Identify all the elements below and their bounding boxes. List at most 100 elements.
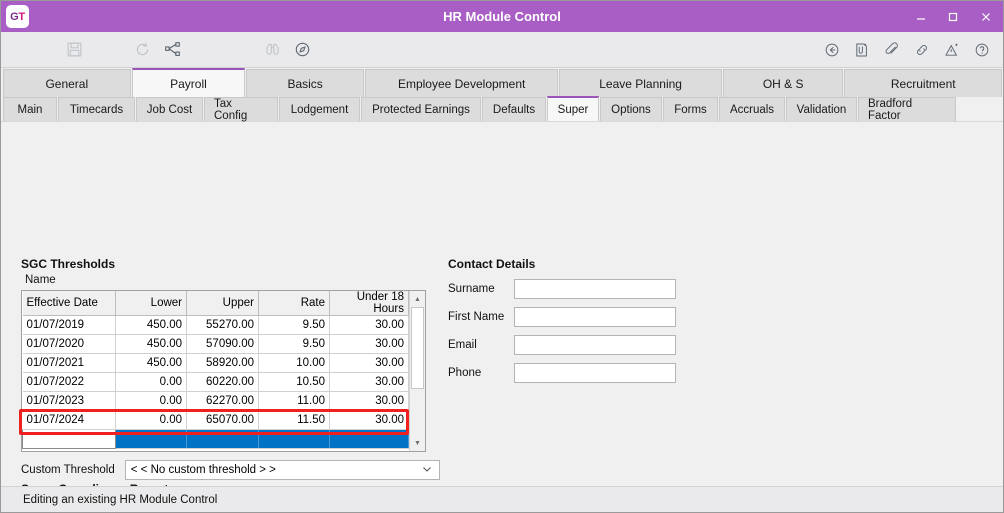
table-row[interactable]: 01/07/2021 450.00 58920.00 10.00 30.00 [22, 353, 409, 373]
cell-under18[interactable]: 30.00 [329, 353, 409, 373]
cell-rate[interactable]: 9.50 [258, 315, 330, 335]
cell-lower[interactable]: 0.00 [115, 391, 187, 411]
subtab-forms[interactable]: Forms [663, 97, 718, 121]
col-under-18-hours[interactable]: Under 18 Hours [329, 291, 409, 316]
table-row[interactable]: 01/07/2023 0.00 62270.00 11.00 30.00 [22, 391, 409, 411]
cell-lower[interactable]: 0.00 [115, 410, 187, 430]
cell-effective-date[interactable] [22, 429, 116, 449]
scroll-up-icon[interactable]: ▲ [410, 291, 425, 307]
scrollbar-track[interactable] [410, 307, 425, 435]
cell-effective-date[interactable]: 01/07/2021 [22, 353, 116, 373]
cell-upper[interactable] [186, 429, 259, 449]
col-effective-date[interactable]: Effective Date [22, 291, 116, 316]
tab-oh-and-s[interactable]: OH & S [722, 69, 844, 97]
cell-under18[interactable]: 30.00 [329, 315, 409, 335]
cell-under18[interactable]: 30.00 [329, 410, 409, 430]
cell-under18[interactable]: 30.00 [329, 372, 409, 392]
table-row[interactable]: 01/07/2024 0.00 65070.00 11.50 30.00 [22, 410, 409, 430]
cell-effective-date[interactable]: 01/07/2022 [22, 372, 116, 392]
subtab-bradford-factor[interactable]: Bradford Factor [858, 97, 956, 122]
scrollbar-thumb[interactable] [411, 307, 424, 389]
cell-rate[interactable]: 10.00 [258, 353, 330, 373]
first-name-field[interactable] [514, 307, 676, 327]
cell-rate[interactable]: 9.50 [258, 334, 330, 354]
col-lower[interactable]: Lower [115, 291, 187, 316]
sgc-thresholds-grid[interactable]: Effective Date Lower Upper Rate Under 18… [21, 290, 426, 452]
refresh-icon[interactable] [127, 35, 157, 65]
toolbar-right-group [817, 35, 1003, 65]
subtab-lodgement-label: Lodgement [290, 103, 349, 116]
custom-threshold-select[interactable]: < < No custom threshold > > [124, 460, 440, 480]
hierarchy-icon[interactable] [157, 35, 187, 65]
status-message: Editing an existing HR Module Control [23, 493, 218, 506]
col-upper[interactable]: Upper [186, 291, 259, 316]
tab-leave-planning[interactable]: Leave Planning [559, 69, 722, 97]
subtab-main-label: Main [17, 103, 43, 116]
subtab-job-cost[interactable]: Job Cost [136, 97, 203, 121]
subtab-timecards[interactable]: Timecards [58, 97, 135, 121]
cell-effective-date[interactable]: 01/07/2019 [22, 315, 116, 335]
cell-upper[interactable]: 62270.00 [186, 391, 259, 411]
cell-under18[interactable] [329, 429, 409, 449]
subtab-tax-config[interactable]: Tax Config [204, 97, 278, 122]
cell-under18[interactable]: 30.00 [329, 391, 409, 411]
cell-upper[interactable]: 58920.00 [186, 353, 259, 373]
table-row[interactable]: 01/07/2019 450.00 55270.00 9.50 30.00 [22, 315, 409, 335]
subtab-validation[interactable]: Validation [786, 97, 857, 121]
cell-rate[interactable] [258, 429, 330, 449]
tab-basics[interactable]: Basics [246, 69, 364, 97]
subtab-main[interactable]: Main [3, 97, 57, 121]
table-row-new-selected[interactable] [22, 429, 409, 449]
cell-rate[interactable]: 10.50 [258, 372, 330, 392]
cell-lower[interactable] [115, 429, 187, 449]
table-header-row: Effective Date Lower Upper Rate Under 18… [22, 291, 409, 316]
close-button[interactable] [969, 1, 1003, 32]
minimize-button[interactable] [905, 1, 937, 32]
tab-employee-development[interactable]: Employee Development [364, 69, 559, 97]
table-row[interactable]: 01/07/2022 0.00 60220.00 10.50 30.00 [22, 372, 409, 392]
subtab-options[interactable]: Options [600, 97, 662, 121]
cell-rate[interactable]: 11.50 [258, 410, 330, 430]
cell-upper[interactable]: 65070.00 [186, 410, 259, 430]
subtab-accruals[interactable]: Accruals [719, 97, 785, 121]
phone-field[interactable] [514, 363, 676, 383]
back-arrow-icon[interactable] [817, 35, 847, 65]
cell-effective-date[interactable]: 01/07/2020 [22, 334, 116, 354]
paperclip-add-icon[interactable] [877, 35, 907, 65]
link-icon[interactable] [907, 35, 937, 65]
cell-rate[interactable]: 11.00 [258, 391, 330, 411]
document-attach-icon[interactable] [847, 35, 877, 65]
sgc-table: Effective Date Lower Upper Rate Under 18… [22, 291, 409, 449]
cell-under18[interactable]: 30.00 [329, 334, 409, 354]
cell-lower[interactable]: 450.00 [115, 353, 187, 373]
app-logo-g: G [10, 10, 19, 23]
subtab-defaults[interactable]: Defaults [482, 97, 546, 121]
cell-effective-date[interactable]: 01/07/2023 [22, 391, 116, 411]
compass-icon[interactable] [287, 35, 317, 65]
cell-effective-date[interactable]: 01/07/2024 [22, 410, 116, 430]
col-rate[interactable]: Rate [258, 291, 330, 316]
subtab-lodgement[interactable]: Lodgement [279, 97, 360, 121]
cell-lower[interactable]: 450.00 [115, 334, 187, 354]
subtab-protected-earnings[interactable]: Protected Earnings [361, 97, 481, 121]
maximize-button[interactable] [937, 1, 969, 32]
warning-add-icon[interactable] [937, 35, 967, 65]
table-row[interactable]: 01/07/2020 450.00 57090.00 9.50 30.00 [22, 334, 409, 354]
cell-upper[interactable]: 57090.00 [186, 334, 259, 354]
application-window: GT HR Module Control General Payroll Bas… [0, 0, 1004, 513]
help-icon[interactable] [967, 35, 997, 65]
binoculars-icon[interactable] [257, 35, 287, 65]
cell-upper[interactable]: 60220.00 [186, 372, 259, 392]
cell-upper[interactable]: 55270.00 [186, 315, 259, 335]
tab-general[interactable]: General [3, 69, 131, 97]
tab-payroll[interactable]: Payroll [131, 68, 246, 97]
grid-vertical-scrollbar[interactable]: ▲ ▼ [409, 291, 425, 451]
cell-lower[interactable]: 450.00 [115, 315, 187, 335]
subtab-super[interactable]: Super [547, 96, 599, 121]
save-icon[interactable] [59, 35, 89, 65]
cell-lower[interactable]: 0.00 [115, 372, 187, 392]
scroll-down-icon[interactable]: ▼ [410, 435, 425, 451]
email-field[interactable] [514, 335, 676, 355]
tab-recruitment[interactable]: Recruitment [844, 69, 1002, 97]
surname-field[interactable] [514, 279, 676, 299]
